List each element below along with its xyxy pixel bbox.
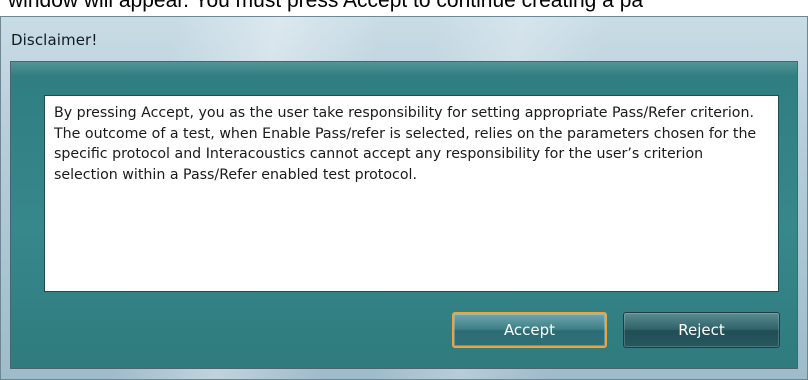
dialog-client-area: By pressing Accept, you as the user take… xyxy=(10,61,798,369)
reject-button[interactable]: Reject xyxy=(623,312,780,348)
disclaimer-dialog: Disclaimer! By pressing Accept, you as t… xyxy=(0,16,808,380)
disclaimer-message: By pressing Accept, you as the user take… xyxy=(44,95,779,292)
background-document: window will appear. You must press Accep… xyxy=(0,0,808,16)
background-document-text: window will appear. You must press Accep… xyxy=(8,0,644,12)
accept-button[interactable]: Accept xyxy=(452,312,607,348)
screenshot: window will appear. You must press Accep… xyxy=(0,0,808,380)
dialog-title: Disclaimer! xyxy=(11,31,98,49)
